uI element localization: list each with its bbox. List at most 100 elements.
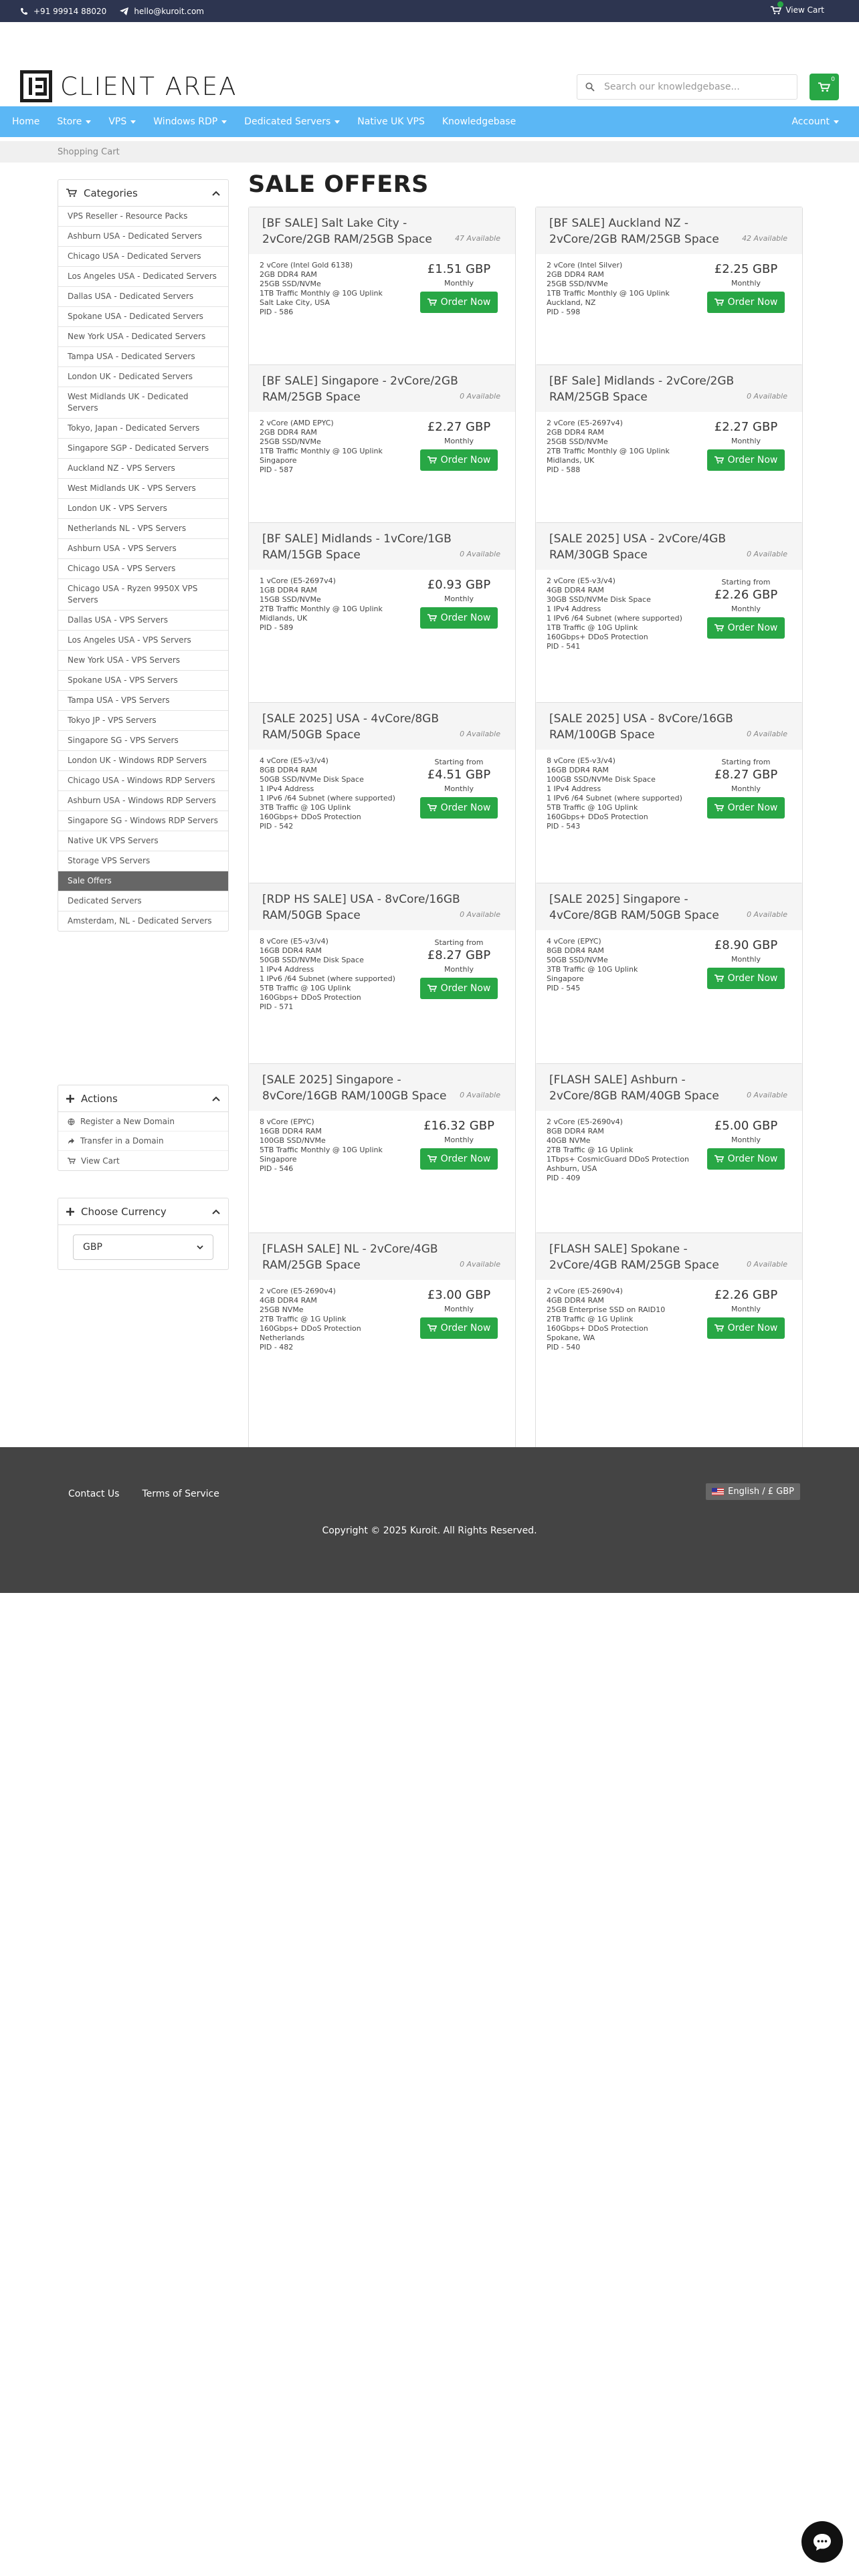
nav-windows-rdp-label: Windows RDP (153, 116, 218, 127)
category-item[interactable]: Los Angeles USA - VPS Servers (58, 631, 228, 651)
order-now-button[interactable]: Order Now (707, 968, 785, 989)
price: £5.00 GBP (714, 1119, 778, 1133)
billing-cycle: Monthly (444, 279, 474, 288)
nav-dedicated-servers[interactable]: Dedicated Servers (244, 116, 341, 127)
category-item[interactable]: Chicago USA - VPS Servers (58, 559, 228, 579)
transfer-domain-link[interactable]: Transfer in a Domain (58, 1132, 228, 1151)
order-now-button[interactable]: Order Now (420, 978, 498, 999)
category-item[interactable]: Singapore SG - VPS Servers (58, 731, 228, 751)
category-item[interactable]: Chicago USA - Dedicated Servers (58, 247, 228, 267)
category-item[interactable]: New York USA - Dedicated Servers (58, 327, 228, 347)
category-item[interactable]: Singapore SG - Windows RDP Servers (58, 811, 228, 831)
category-item[interactable]: Ashburn USA - Windows RDP Servers (58, 791, 228, 811)
nav-windows-rdp[interactable]: Windows RDP (153, 116, 227, 127)
category-item[interactable]: Ashburn USA - Dedicated Servers (58, 227, 228, 247)
availability-badge: 0 Available (460, 910, 500, 919)
category-item[interactable]: Chicago USA - Ryzen 9950X VPS Servers (58, 579, 228, 611)
currency-panel: Choose Currency GBP (58, 1198, 229, 1270)
categories-panel: Categories VPS Reseller - Resource Packs… (58, 179, 229, 932)
category-item[interactable]: Tokyo JP - VPS Servers (58, 711, 228, 731)
contact-us-link[interactable]: Contact Us (68, 1489, 119, 1499)
chevron-up-icon[interactable] (212, 191, 220, 196)
order-now-button[interactable]: Order Now (707, 1148, 785, 1170)
product-description: 2 vCore (E5-v3/v4) 4GB DDR4 RAM 30GB SSD… (547, 576, 682, 651)
product-description: 8 vCore (E5-v3/v4) 16GB DDR4 RAM 50GB SS… (260, 937, 395, 1011)
starting-from-label: Starting from (434, 758, 484, 766)
cart-button[interactable]: 0 (809, 74, 839, 100)
order-now-label: Order Now (440, 983, 491, 994)
category-item[interactable]: Tampa USA - VPS Servers (58, 691, 228, 711)
chevron-up-icon[interactable] (212, 1096, 220, 1101)
view-cart-link[interactable]: View Cart (771, 1, 824, 15)
category-item[interactable]: London UK - Dedicated Servers (58, 367, 228, 387)
category-item[interactable]: Tokyo, Japan - Dedicated Servers (58, 419, 228, 439)
order-now-button[interactable]: Order Now (420, 1148, 498, 1170)
product-description: 8 vCore (E5-v3/v4) 16GB DDR4 RAM 100GB S… (547, 756, 682, 831)
view-cart-action[interactable]: View Cart (58, 1151, 228, 1170)
nav-vps[interactable]: VPS (108, 116, 136, 127)
order-now-button[interactable]: Order Now (420, 292, 498, 313)
language-selector[interactable]: English / £ GBP (706, 1483, 800, 1500)
order-now-button[interactable]: Order Now (707, 1317, 785, 1339)
category-item[interactable]: Auckland NZ - VPS Servers (58, 459, 228, 479)
order-now-button[interactable]: Order Now (420, 607, 498, 629)
category-item[interactable]: Sale Offers (58, 871, 228, 891)
categories-header[interactable]: Categories (58, 180, 228, 207)
billing-cycle: Monthly (444, 965, 474, 974)
category-item[interactable]: Dallas USA - Dedicated Servers (58, 287, 228, 307)
product-header: [RDP HS SALE] USA - 8vCore/16GB RAM/50GB… (249, 883, 515, 930)
order-now-button[interactable]: Order Now (707, 617, 785, 639)
logo[interactable]: CLIENT AREA (20, 70, 237, 102)
nav-store-label: Store (57, 116, 82, 127)
email-contact[interactable]: hello@kuroit.com (120, 7, 204, 16)
chevron-up-icon[interactable] (212, 1209, 220, 1214)
category-item[interactable]: Singapore SGP - Dedicated Servers (58, 439, 228, 459)
category-item[interactable]: West Midlands UK - VPS Servers (58, 479, 228, 499)
order-now-button[interactable]: Order Now (707, 292, 785, 313)
nav-home[interactable]: Home (12, 116, 39, 127)
chat-widget-button[interactable] (801, 2521, 843, 2563)
order-now-label: Order Now (727, 1154, 778, 1164)
product-body: 2 vCore (Intel Silver) 2GB DDR4 RAM 25GB… (536, 254, 802, 380)
category-item[interactable]: London UK - Windows RDP Servers (58, 751, 228, 771)
category-item[interactable]: Ashburn USA - VPS Servers (58, 539, 228, 559)
order-now-button[interactable]: Order Now (420, 797, 498, 819)
category-item[interactable]: London UK - VPS Servers (58, 499, 228, 519)
terms-link[interactable]: Terms of Service (142, 1489, 219, 1499)
category-item[interactable]: Spokane USA - VPS Servers (58, 671, 228, 691)
nav-native-uk-vps[interactable]: Native UK VPS (357, 116, 425, 127)
actions-header[interactable]: Actions (58, 1085, 228, 1112)
category-item[interactable]: West Midlands UK - Dedicated Servers (58, 387, 228, 419)
product-description: 2 vCore (E5-2690v4) 4GB DDR4 RAM 25GB En… (547, 1287, 666, 1352)
category-item[interactable]: VPS Reseller - Resource Packs (58, 207, 228, 227)
category-item[interactable]: Amsterdam, NL - Dedicated Servers (58, 911, 228, 931)
category-item[interactable]: Chicago USA - Windows RDP Servers (58, 771, 228, 791)
category-item[interactable]: Dedicated Servers (58, 891, 228, 911)
phone-contact[interactable]: +91 99914 88020 (20, 7, 106, 16)
nav-account[interactable]: Account (791, 116, 839, 127)
category-item[interactable]: Dallas USA - VPS Servers (58, 611, 228, 631)
product-name: [BF SALE] Midlands - 1vCore/1GB RAM/15GB… (262, 532, 452, 562)
category-item[interactable]: Netherlands NL - VPS Servers (58, 519, 228, 539)
category-item[interactable]: Tampa USA - Dedicated Servers (58, 347, 228, 367)
chevron-down-icon (335, 120, 341, 124)
category-item[interactable]: Los Angeles USA - Dedicated Servers (58, 267, 228, 287)
currency-select[interactable]: GBP (73, 1235, 213, 1260)
price: £8.27 GBP (714, 768, 778, 782)
page-title: SALE OFFERS (248, 171, 429, 198)
register-domain-link[interactable]: Register a New Domain (58, 1112, 228, 1132)
category-item[interactable]: Storage VPS Servers (58, 851, 228, 871)
order-now-button[interactable]: Order Now (420, 1317, 498, 1339)
category-item[interactable]: Spokane USA - Dedicated Servers (58, 307, 228, 327)
nav-store[interactable]: Store (57, 116, 92, 127)
search-input[interactable]: Search our knowledgebase... (577, 74, 797, 100)
breadcrumb-item[interactable]: Shopping Cart (58, 147, 120, 157)
currency-header[interactable]: Choose Currency (58, 1198, 228, 1225)
order-now-button[interactable]: Order Now (707, 449, 785, 471)
order-now-button[interactable]: Order Now (707, 797, 785, 819)
order-now-button[interactable]: Order Now (420, 449, 498, 471)
category-item[interactable]: New York USA - VPS Servers (58, 651, 228, 671)
cart-icon (714, 1155, 724, 1163)
nav-knowledgebase[interactable]: Knowledgebase (442, 116, 516, 127)
category-item[interactable]: Native UK VPS Servers (58, 831, 228, 851)
